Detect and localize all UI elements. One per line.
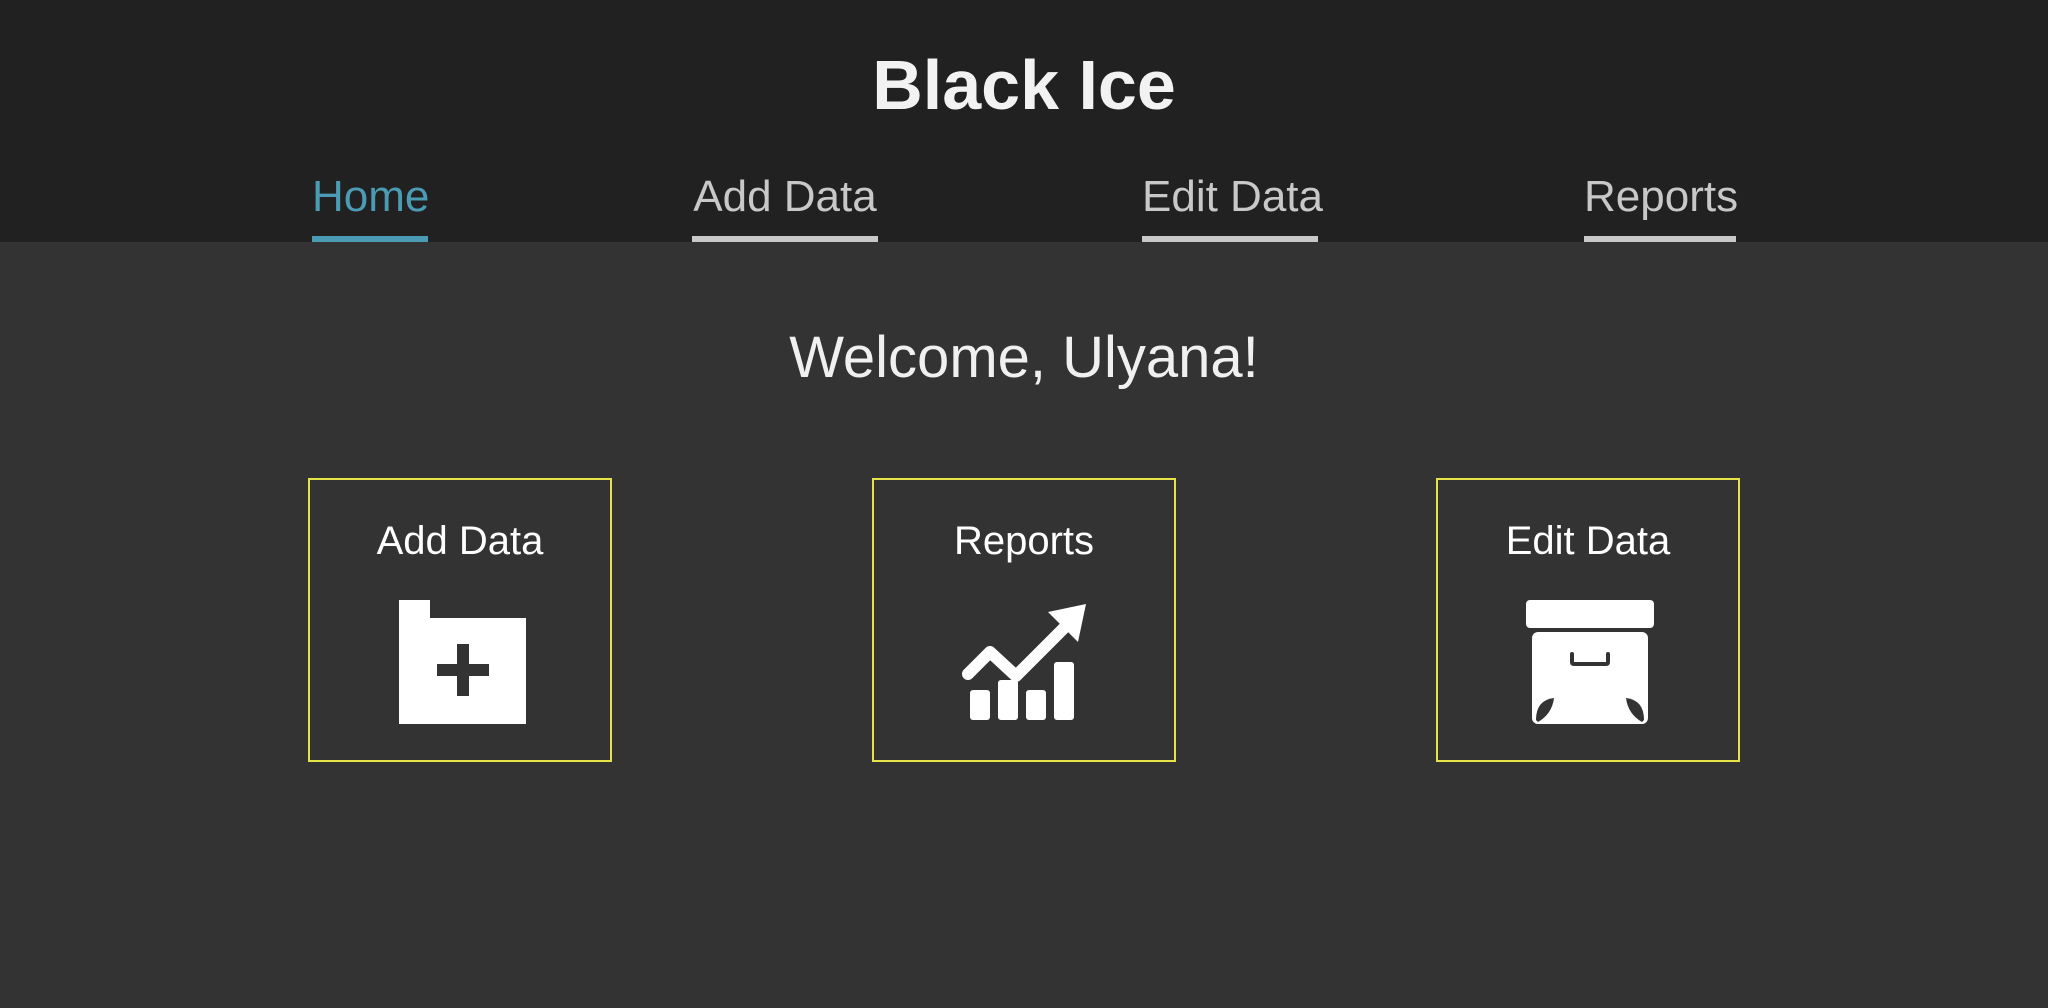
add-data-card[interactable]: Add Data bbox=[308, 478, 612, 762]
app-title: Black Ice bbox=[872, 46, 1176, 124]
app-header: Black Ice Home Add Data Edit Data Report… bbox=[0, 0, 2048, 242]
folder-plus-icon bbox=[396, 596, 528, 728]
edit-data-card[interactable]: Edit Data bbox=[1436, 478, 1740, 762]
tab-home[interactable]: Home bbox=[312, 166, 429, 242]
chart-trend-up-icon bbox=[960, 596, 1092, 728]
tab-add-data[interactable]: Add Data bbox=[692, 166, 878, 242]
tab-edit-data[interactable]: Edit Data bbox=[1142, 166, 1323, 242]
reports-card-label: Reports bbox=[953, 519, 1095, 563]
tab-reports[interactable]: Reports bbox=[1584, 166, 1738, 242]
edit-data-card-label: Edit Data bbox=[1505, 519, 1671, 563]
reports-card[interactable]: Reports bbox=[872, 478, 1176, 762]
archive-box-icon bbox=[1524, 596, 1656, 728]
welcome-message: Welcome, Ulyana! bbox=[789, 325, 1259, 390]
add-data-card-label: Add Data bbox=[376, 519, 544, 563]
